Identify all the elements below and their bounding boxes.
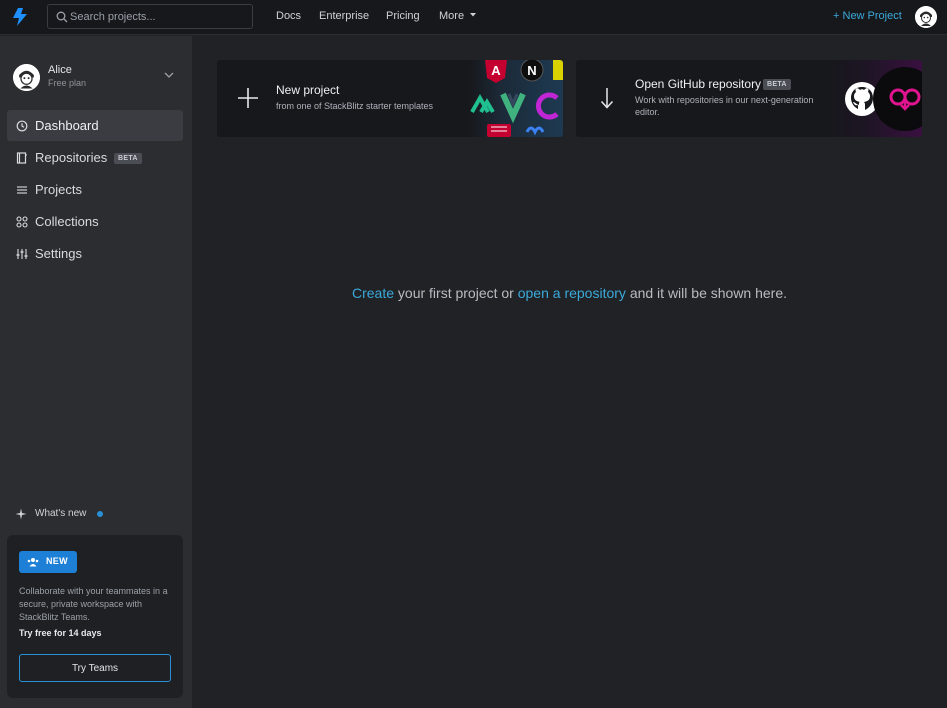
sidebar-item-dashboard[interactable]: Dashboard [7,110,183,141]
top-bar: Docs Enterprise Pricing More + New Proje… [0,0,947,35]
chevron-down-icon [164,72,174,78]
nav-pricing-link[interactable]: Pricing [386,10,420,22]
team-icon [27,558,39,567]
new-project-button[interactable]: + New Project [833,10,902,22]
beta-badge: BETA [763,79,791,90]
avatar [13,64,40,91]
sliders-icon [16,249,28,259]
create-project-link[interactable]: Create [352,285,394,301]
promo-description: Collaborate with your teammates in a sec… [19,586,168,622]
sparkle-icon [15,508,27,520]
grid-icon [16,216,28,228]
open-repository-link[interactable]: open a repository [518,285,626,301]
sidebar-item-settings[interactable]: Settings [7,238,183,269]
notification-dot [97,511,103,517]
clock-icon [16,120,28,132]
svg-text:N: N [527,63,536,78]
stackblitz-logo-icon[interactable] [12,8,28,26]
caret-down-icon [470,13,477,17]
sidebar-item-collections[interactable]: Collections [7,206,183,237]
nav-more-label: More [439,10,465,22]
empty-text-end: and it will be shown here. [629,285,788,301]
new-project-card[interactable]: New project from one of StackBlitz start… [217,60,563,137]
sidebar-item-label: Collections [35,214,99,229]
avatar-face-icon [915,6,937,28]
search-box[interactable] [47,4,253,29]
nav-more-menu[interactable]: More [439,10,477,22]
new-project-label: New Project [842,10,902,22]
card-title: New project [276,83,340,97]
sidebar-item-label: Settings [35,246,82,261]
empty-state-message: Create your first project or open a repo… [192,285,947,301]
sidebar-item-repositories[interactable]: Repositories BETA [7,142,183,173]
avatar-face-icon [13,64,40,91]
beta-badge: BETA [114,153,142,164]
user-avatar[interactable] [915,6,937,28]
empty-text-middle: your first project or [397,285,514,301]
plus-icon [238,88,258,108]
teams-promo-card: NEW Collaborate with your teammates in a… [7,535,183,698]
card-title: Open GitHub repository [635,77,762,91]
list-icon [17,186,27,194]
account-switcher[interactable]: Alice Free plan [13,62,178,92]
framework-logos-art: A N [469,60,563,137]
book-icon [16,152,27,164]
sidebar-item-label: Projects [35,182,82,197]
search-input[interactable] [70,7,245,26]
sidebar-item-label: Repositories [35,150,108,165]
sidebar: Alice Free plan Dashboard Repositories B… [0,36,192,708]
promo-trial-text: Try free for 14 days [19,628,102,638]
card-subtitle: from one of StackBlitz starter templates [276,101,434,111]
plus-icon: + [833,10,840,22]
card-subtitle: Work with repositories in our next-gener… [635,95,814,117]
try-teams-button[interactable]: Try Teams [19,654,171,682]
new-badge: NEW [19,551,77,573]
github-logo-art [828,60,922,137]
arrow-down-icon [600,88,614,109]
nav-docs-link[interactable]: Docs [276,10,301,22]
whats-new-label: What's new [35,508,87,519]
whats-new-link[interactable]: What's new [15,506,125,522]
nav-enterprise-link[interactable]: Enterprise [319,10,369,22]
search-icon [56,11,68,23]
user-name: Alice [48,64,72,76]
new-badge-label: NEW [46,556,68,566]
open-github-repository-card[interactable]: Open GitHub repository BETA Work with re… [576,60,922,137]
user-plan: Free plan [48,78,87,88]
sidebar-item-projects[interactable]: Projects [7,174,183,205]
svg-text:A: A [491,63,501,78]
sidebar-item-label: Dashboard [35,118,99,133]
